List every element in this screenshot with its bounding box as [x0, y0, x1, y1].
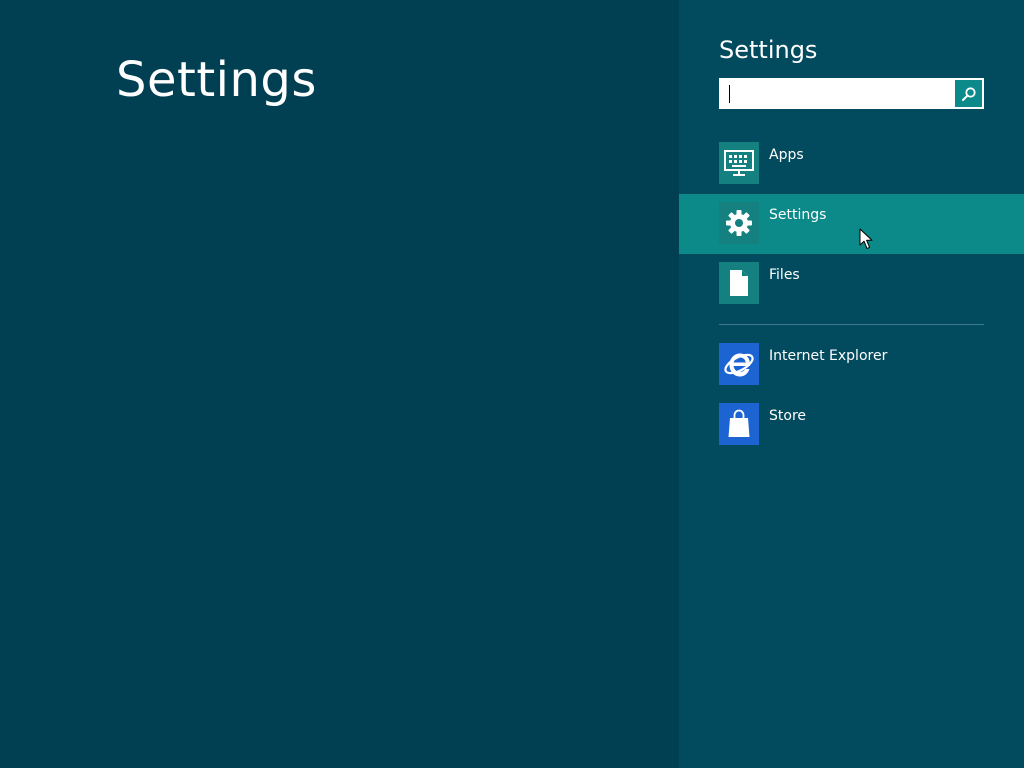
app-label-internet-explorer: Internet Explorer: [769, 348, 888, 364]
search-scope-list: Apps Settings Files Internet Explorer St…: [679, 134, 1024, 455]
start-screen: Settings Settings Apps Settings Files In…: [0, 0, 1024, 768]
app-item-store[interactable]: Store: [679, 395, 1024, 455]
settings-tile: [719, 202, 759, 244]
main-area: Settings: [0, 0, 679, 768]
store-bag-icon: [728, 409, 750, 437]
apps-monitor-icon: [724, 150, 754, 176]
search-input[interactable]: [719, 78, 952, 109]
page-title: Settings: [116, 52, 317, 108]
app-item-internet-explorer[interactable]: Internet Explorer: [679, 335, 1024, 395]
scope-item-files[interactable]: Files: [679, 254, 1024, 314]
search-box: [719, 78, 984, 109]
app-label-store: Store: [769, 408, 807, 424]
scope-divider: [719, 324, 984, 325]
scope-label-files: Files: [769, 267, 800, 283]
search-button[interactable]: [955, 80, 982, 107]
search-charm-pane: Settings Apps Settings Files Internet Ex…: [679, 0, 1024, 768]
store-tile: [719, 403, 759, 445]
apps-tile: [719, 142, 759, 184]
scope-item-settings[interactable]: Settings: [679, 194, 1024, 254]
internet-explorer-icon: [724, 353, 754, 377]
scope-label-settings: Settings: [769, 207, 827, 223]
gear-icon: [726, 210, 752, 236]
search-icon: [961, 86, 976, 101]
document-icon: [730, 270, 748, 296]
internet-explorer-tile: [719, 343, 759, 385]
mouse-pointer-icon: [859, 228, 873, 249]
scope-label-apps: Apps: [769, 147, 804, 163]
text-caret: [729, 85, 730, 103]
files-tile: [719, 262, 759, 304]
scope-item-apps[interactable]: Apps: [679, 134, 1024, 194]
charm-title: Settings: [719, 36, 818, 64]
